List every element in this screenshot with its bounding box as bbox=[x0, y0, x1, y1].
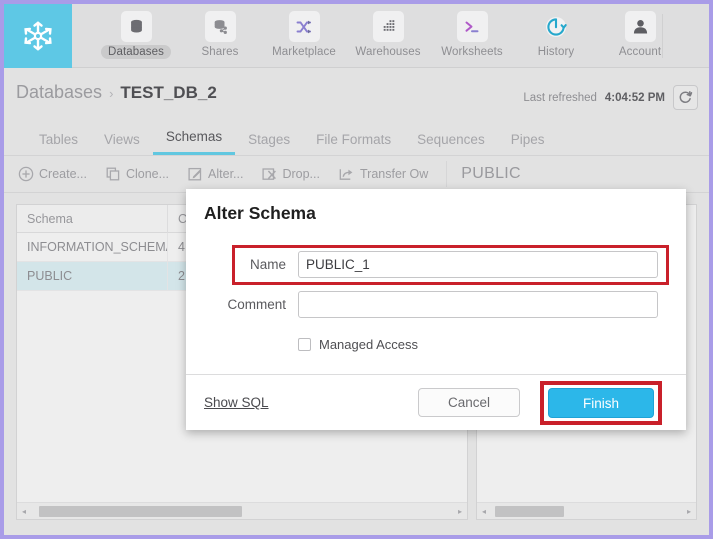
tab-schemas[interactable]: Schemas bbox=[153, 129, 235, 155]
nav-divider bbox=[662, 14, 663, 58]
comment-field-label: Comment bbox=[204, 297, 298, 312]
share-arrow-icon bbox=[338, 166, 355, 182]
create-button-label: Create... bbox=[39, 167, 87, 181]
name-field-label: Name bbox=[204, 257, 298, 272]
show-sql-link[interactable]: Show SQL bbox=[204, 395, 269, 410]
plus-circle-icon bbox=[18, 166, 34, 182]
scroll-thumb[interactable] bbox=[495, 506, 564, 517]
object-type-tabs: Tables Views Schemas Stages File Formats… bbox=[4, 120, 709, 156]
left-panel-horizontal-scrollbar[interactable]: ◂ ▸ bbox=[17, 502, 467, 519]
breadcrumb: Databases › TEST_DB_2 bbox=[16, 82, 217, 103]
cell-schema-name: PUBLIC bbox=[17, 262, 168, 291]
shuffle-arrows-icon bbox=[289, 11, 320, 42]
dot-grid-icon bbox=[373, 11, 404, 42]
breadcrumb-root[interactable]: Databases bbox=[16, 82, 102, 103]
nav-item-history[interactable]: History bbox=[514, 4, 598, 68]
breadcrumb-current: TEST_DB_2 bbox=[120, 83, 216, 103]
copy-icon bbox=[105, 166, 121, 182]
drop-button-label: Drop... bbox=[282, 167, 320, 181]
tab-sequences[interactable]: Sequences bbox=[404, 132, 498, 155]
pencil-square-icon bbox=[187, 166, 203, 182]
nav-label-marketplace: Marketplace bbox=[265, 45, 343, 59]
nav-label-shares: Shares bbox=[194, 45, 245, 59]
last-refreshed-label: Last refreshed bbox=[523, 92, 597, 104]
nav-label-warehouses: Warehouses bbox=[348, 45, 427, 59]
managed-access-row[interactable]: Managed Access bbox=[298, 337, 418, 352]
cell-schema-name: INFORMATION_SCHEMA bbox=[17, 233, 168, 262]
terminal-prompt-icon bbox=[457, 11, 488, 42]
snowflake-web-ui: Databases bbox=[4, 4, 709, 535]
nav-item-account[interactable]: Account bbox=[598, 4, 682, 68]
clone-button-label: Clone... bbox=[126, 167, 169, 181]
snowflake-logo-icon bbox=[21, 19, 55, 53]
dialog-title: Alter Schema bbox=[204, 203, 316, 224]
name-form-row: Name bbox=[204, 251, 658, 278]
nav-item-marketplace[interactable]: Marketplace bbox=[262, 4, 346, 68]
nav-label-account: Account bbox=[612, 45, 668, 59]
refresh-icon bbox=[678, 90, 693, 105]
nav-item-warehouses[interactable]: Warehouses bbox=[346, 4, 430, 68]
breadcrumb-bar: Databases › TEST_DB_2 Last refreshed 4:0… bbox=[4, 68, 709, 120]
comment-input[interactable] bbox=[298, 291, 658, 318]
tab-stages[interactable]: Stages bbox=[235, 132, 303, 155]
scroll-right-arrow-icon[interactable]: ▸ bbox=[453, 507, 467, 516]
managed-access-checkbox[interactable] bbox=[298, 338, 311, 351]
drop-button[interactable]: Drop... bbox=[261, 166, 320, 182]
nav-label-history: History bbox=[531, 45, 581, 59]
managed-access-label: Managed Access bbox=[319, 337, 418, 352]
name-input[interactable] bbox=[298, 251, 658, 278]
refresh-button[interactable] bbox=[673, 85, 698, 110]
top-navigation-bar: Databases bbox=[4, 4, 709, 68]
tab-tables[interactable]: Tables bbox=[26, 132, 91, 155]
transfer-ownership-button-label: Transfer Ow bbox=[360, 167, 428, 181]
x-square-icon bbox=[261, 166, 277, 182]
nav-label-worksheets: Worksheets bbox=[434, 45, 510, 59]
comment-form-row: Comment bbox=[204, 291, 658, 318]
tab-pipes[interactable]: Pipes bbox=[498, 132, 558, 155]
scroll-track[interactable] bbox=[491, 506, 682, 517]
dialog-footer: Show SQL Cancel Finish bbox=[186, 374, 686, 430]
finish-button[interactable]: Finish bbox=[548, 388, 654, 418]
detail-panel-heading: PUBLIC bbox=[461, 165, 521, 183]
scroll-track[interactable] bbox=[31, 506, 453, 517]
right-panel-horizontal-scrollbar[interactable]: ◂ ▸ bbox=[477, 502, 696, 519]
last-refreshed-time: 4:04:52 PM bbox=[605, 92, 665, 104]
column-header-schema[interactable]: Schema bbox=[17, 205, 168, 233]
tab-views[interactable]: Views bbox=[91, 132, 153, 155]
nav-item-shares[interactable]: Shares bbox=[178, 4, 262, 68]
schema-actions-toolbar: Create... Clone... Alter... Drop... bbox=[4, 156, 709, 193]
create-button[interactable]: Create... bbox=[18, 166, 87, 182]
person-icon bbox=[625, 11, 656, 42]
alter-button-label: Alter... bbox=[208, 167, 243, 181]
cancel-button[interactable]: Cancel bbox=[418, 388, 520, 417]
nav-item-databases[interactable]: Databases bbox=[94, 4, 178, 68]
snowflake-logo[interactable] bbox=[4, 4, 72, 68]
circular-arrow-icon bbox=[541, 11, 572, 42]
transfer-ownership-button[interactable]: Transfer Ow bbox=[338, 166, 428, 182]
nav-label-databases: Databases bbox=[101, 45, 171, 59]
refresh-area: Last refreshed 4:04:52 PM bbox=[523, 85, 698, 110]
alter-schema-dialog: Alter Schema Name Comment Managed Access… bbox=[186, 189, 686, 430]
toolbar-divider bbox=[446, 161, 447, 187]
scroll-thumb[interactable] bbox=[39, 506, 242, 517]
clone-button[interactable]: Clone... bbox=[105, 166, 169, 182]
breadcrumb-separator-icon: › bbox=[109, 86, 113, 101]
nav-item-worksheets[interactable]: Worksheets bbox=[430, 4, 514, 68]
scroll-left-arrow-icon[interactable]: ◂ bbox=[477, 507, 491, 516]
nav-items: Databases bbox=[94, 4, 682, 68]
tab-file-formats[interactable]: File Formats bbox=[303, 132, 404, 155]
scroll-left-arrow-icon[interactable]: ◂ bbox=[17, 507, 31, 516]
database-stack-icon bbox=[121, 11, 152, 42]
scroll-right-arrow-icon[interactable]: ▸ bbox=[682, 507, 696, 516]
alter-button[interactable]: Alter... bbox=[187, 166, 243, 182]
database-share-icon bbox=[205, 11, 236, 42]
